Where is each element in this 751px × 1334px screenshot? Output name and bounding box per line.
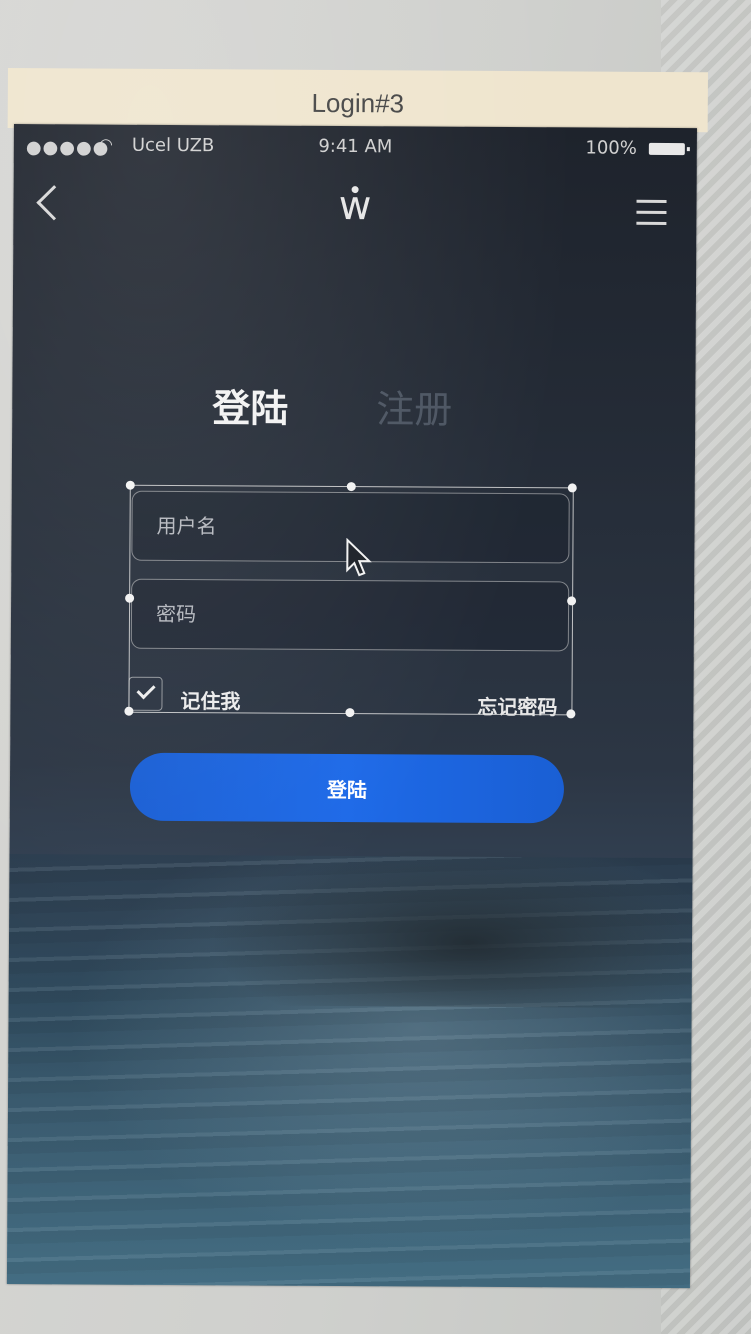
hillside-background <box>208 845 697 1009</box>
status-bar: ●●●●● ◠ Ucel UZB 9:41 AM 100% <box>14 124 697 170</box>
selection-handle[interactable] <box>124 706 134 716</box>
battery-percentage: 100% <box>585 137 637 159</box>
artboard-title: Login#3 <box>311 87 405 119</box>
phone-screen: ●●●●● ◠ Ucel UZB 9:41 AM 100% w 登陆 注册 记住… <box>6 124 697 1289</box>
selection-handle[interactable] <box>125 593 135 603</box>
design-selection-box <box>124 480 577 719</box>
tab-register[interactable]: 注册 <box>376 378 452 433</box>
login-button[interactable]: 登陆 <box>129 752 565 824</box>
battery-icon <box>648 142 685 156</box>
selection-handle[interactable] <box>345 708 355 718</box>
selection-handle[interactable] <box>346 482 356 492</box>
artboard-title-bar: Login#3 <box>7 68 708 133</box>
selection-handle[interactable] <box>125 480 135 490</box>
selection-handle[interactable] <box>567 596 577 606</box>
tab-login[interactable]: 登陆 <box>212 377 288 432</box>
selection-handle[interactable] <box>567 483 577 493</box>
mouse-pointer-icon <box>346 538 372 577</box>
selection-handle[interactable] <box>566 709 576 719</box>
app-logo: w <box>338 182 372 230</box>
hamburger-menu-icon[interactable] <box>636 199 667 233</box>
